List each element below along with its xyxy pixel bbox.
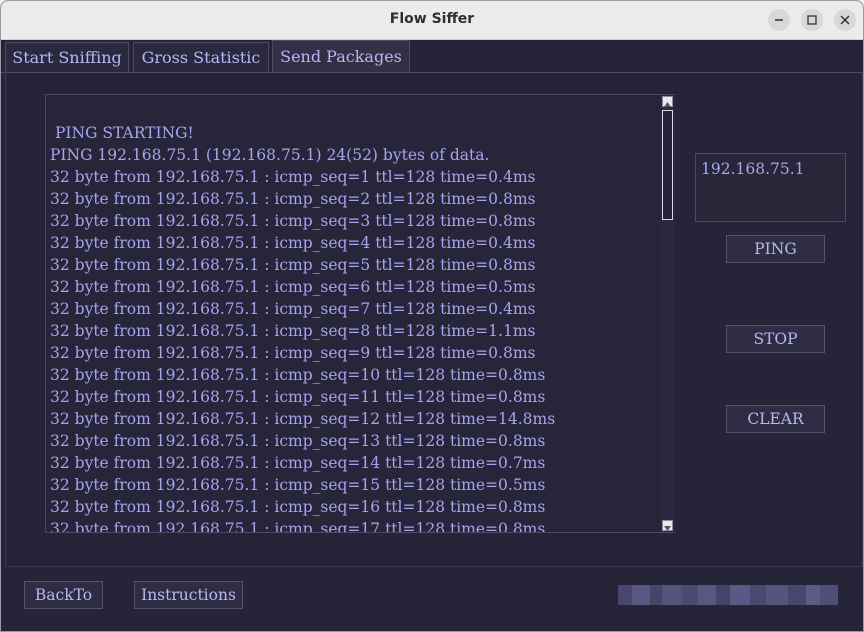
- log-line: PING STARTING!: [55, 124, 194, 142]
- log-line: 32 byte from 192.168.75.1 : icmp_seq=10 …: [50, 366, 546, 384]
- chevron-down-icon: [664, 516, 671, 535]
- window-title: Flow Siffer: [389, 11, 475, 27]
- chevron-up-icon: [664, 92, 671, 111]
- app-window: Flow Siffer Start Sniffing Gross Statist…: [0, 0, 864, 632]
- clear-button[interactable]: CLEAR: [726, 405, 825, 433]
- back-to-button[interactable]: BackTo: [24, 581, 103, 609]
- log-line: 32 byte from 192.168.75.1 : icmp_seq=4 t…: [50, 234, 536, 252]
- log-line: 32 byte from 192.168.75.1 : icmp_seq=13 …: [50, 432, 546, 450]
- tab-send-packages[interactable]: Send Packages: [272, 40, 410, 73]
- log-line: 32 byte from 192.168.75.1 : icmp_seq=15 …: [50, 476, 546, 494]
- tab-bar: Start Sniffing Gross Statistic Send Pack…: [1, 39, 863, 73]
- close-icon: [840, 15, 850, 25]
- redacted-text: [618, 585, 838, 605]
- log-line: 32 byte from 192.168.75.1 : icmp_seq=2 t…: [50, 190, 536, 208]
- log-line: 32 byte from 192.168.75.1 : icmp_seq=11 …: [50, 388, 546, 406]
- log-line: 32 byte from 192.168.75.1 : icmp_seq=1 t…: [50, 168, 536, 186]
- tab-gross-statistic[interactable]: Gross Statistic: [133, 42, 269, 73]
- instructions-button[interactable]: Instructions: [134, 581, 243, 609]
- log-line: 32 byte from 192.168.75.1 : icmp_seq=6 t…: [50, 278, 536, 296]
- minimize-icon: [774, 15, 784, 25]
- target-ip-value: 192.168.75.1: [701, 160, 805, 178]
- close-button[interactable]: [834, 9, 856, 31]
- log-line: 32 byte from 192.168.75.1 : icmp_seq=16 …: [50, 498, 546, 516]
- log-line: 32 byte from 192.168.75.1 : icmp_seq=5 t…: [50, 256, 536, 274]
- log-scrollbar[interactable]: [661, 95, 675, 532]
- tab-start-sniffing[interactable]: Start Sniffing: [5, 42, 129, 73]
- minimize-button[interactable]: [768, 9, 790, 31]
- log-line: 32 byte from 192.168.75.1 : icmp_seq=7 t…: [50, 300, 536, 318]
- log-line: PING 192.168.75.1 (192.168.75.1) 24(52) …: [50, 146, 490, 164]
- ping-button[interactable]: PING: [726, 235, 825, 263]
- log-line: 32 byte from 192.168.75.1 : icmp_seq=14 …: [50, 454, 546, 472]
- scroll-down-button[interactable]: [662, 520, 673, 531]
- log-line: 32 byte from 192.168.75.1 : icmp_seq=3 t…: [50, 212, 536, 230]
- scroll-thumb[interactable]: [662, 110, 673, 220]
- log-line: 32 byte from 192.168.75.1 : icmp_seq=8 t…: [50, 322, 536, 340]
- title-bar: Flow Siffer: [1, 1, 863, 40]
- scroll-up-button[interactable]: [662, 96, 673, 107]
- maximize-icon: [807, 15, 817, 25]
- stop-button[interactable]: STOP: [726, 325, 825, 353]
- log-line: 32 byte from 192.168.75.1 : icmp_seq=12 …: [50, 410, 556, 428]
- maximize-button[interactable]: [801, 9, 823, 31]
- log-lines: PING STARTING! PING 192.168.75.1 (192.16…: [50, 122, 660, 533]
- ping-output-log[interactable]: PING STARTING! PING 192.168.75.1 (192.16…: [45, 94, 675, 533]
- log-line: 32 byte from 192.168.75.1 : icmp_seq=9 t…: [50, 344, 536, 362]
- log-line: 32 byte from 192.168.75.1 : icmp_seq=17 …: [50, 520, 546, 533]
- target-ip-input[interactable]: 192.168.75.1: [695, 153, 846, 222]
